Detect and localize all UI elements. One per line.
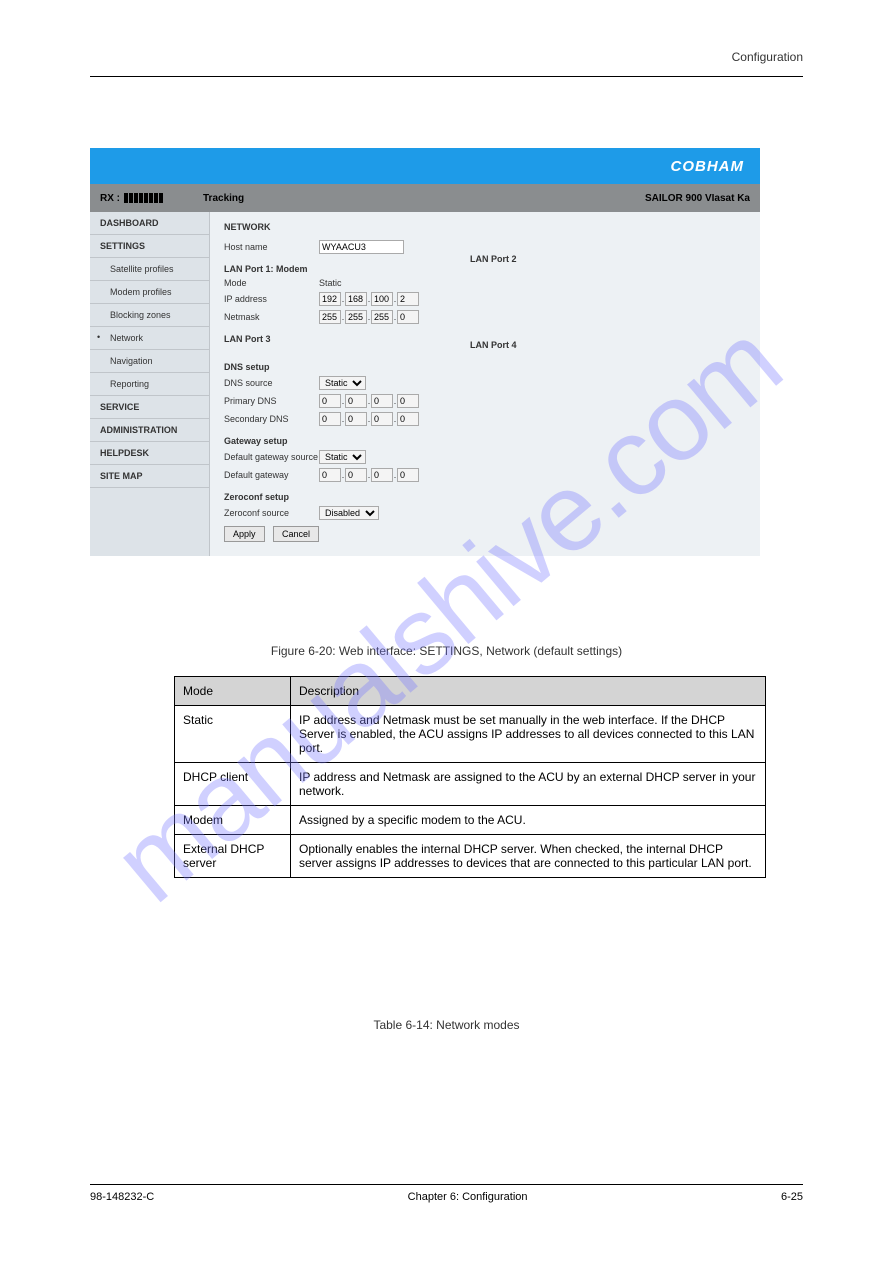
sdns-octet-1[interactable] [319, 412, 341, 426]
network-heading: NETWORK [224, 222, 746, 232]
nav-service[interactable]: SERVICE [90, 396, 209, 419]
nav-settings[interactable]: SETTINGS [90, 235, 209, 258]
modes-table: Mode Description Static IP address and N… [174, 676, 766, 878]
netmask-octet-3[interactable] [371, 310, 393, 324]
table-row: DHCP client IP address and Netmask are a… [175, 763, 766, 806]
sdns-octet-2[interactable] [345, 412, 367, 426]
page-footer: 98-148232-C Chapter 6: Configuration 6-2… [90, 1184, 803, 1203]
netmask-octet-2[interactable] [345, 310, 367, 324]
table-row: External DHCP server Optionally enables … [175, 835, 766, 878]
sdns-octet-3[interactable] [371, 412, 393, 426]
zeroconf-label: Zeroconf source [224, 508, 319, 518]
gw-source-select[interactable]: Static [319, 450, 366, 464]
footer-chapter: Chapter 6: Configuration [408, 1191, 528, 1203]
lan4-heading: LAN Port 4 [470, 340, 517, 350]
nav-reporting[interactable]: Reporting [90, 373, 209, 396]
apply-button[interactable]: Apply [224, 526, 265, 542]
sidebar: DASHBOARD SETTINGS Satellite profiles Mo… [90, 212, 210, 556]
table-header-mode: Mode [175, 677, 291, 706]
table-cell: External DHCP server [175, 835, 291, 878]
gw-octet-3[interactable] [371, 468, 393, 482]
ip-label: IP address [224, 294, 319, 304]
nav-sitemap[interactable]: SITE MAP [90, 465, 209, 488]
nav-blocking-zones[interactable]: Blocking zones [90, 304, 209, 327]
pdns-octet-2[interactable] [345, 394, 367, 408]
tracking-status: Tracking [203, 193, 244, 204]
gw-octet-4[interactable] [397, 468, 419, 482]
nav-navigation[interactable]: Navigation [90, 350, 209, 373]
ip-octet-3[interactable] [371, 292, 393, 306]
table-caption: Table 6-14: Network modes [90, 1018, 803, 1032]
lan1-heading: LAN Port 1: Modem [224, 264, 746, 274]
screenshot-body: DASHBOARD SETTINGS Satellite profiles Mo… [90, 212, 760, 556]
mode-value: Static [319, 278, 342, 288]
dns-source-label: DNS source [224, 378, 319, 388]
nav-administration[interactable]: ADMINISTRATION [90, 419, 209, 442]
ip-octet-1[interactable] [319, 292, 341, 306]
table-cell: Optionally enables the internal DHCP ser… [291, 835, 766, 878]
rx-signal-icon [124, 193, 163, 203]
nav-network[interactable]: Network [90, 327, 209, 350]
lan2-heading: LAN Port 2 [470, 254, 517, 264]
table-cell: Static [175, 706, 291, 763]
ip-octet-4[interactable] [397, 292, 419, 306]
status-bar: RX : Tracking SAILOR 900 VIasat Ka [90, 184, 760, 212]
pdns-octet-4[interactable] [397, 394, 419, 408]
pdns-octet-1[interactable] [319, 394, 341, 408]
screenshot-panel: COBHAM RX : Tracking SAILOR 900 VIasat K… [90, 148, 760, 556]
gw-source-label: Default gateway source [224, 452, 319, 462]
gw-octet-1[interactable] [319, 468, 341, 482]
nav-helpdesk[interactable]: HELPDESK [90, 442, 209, 465]
table-cell: IP address and Netmask must be set manua… [291, 706, 766, 763]
table-cell: Assigned by a specific modem to the ACU. [291, 806, 766, 835]
brand-logo: COBHAM [671, 158, 745, 175]
mode-label: Mode [224, 278, 319, 288]
sdns-octet-4[interactable] [397, 412, 419, 426]
nav-modem-profiles[interactable]: Modem profiles [90, 281, 209, 304]
secondary-dns-label: Secondary DNS [224, 414, 319, 424]
content-area: NETWORK Host name LAN Port 1: Modem LAN … [210, 212, 760, 556]
table-cell: Modem [175, 806, 291, 835]
footer-docno: 98-148232-C [90, 1191, 154, 1203]
gw-octet-2[interactable] [345, 468, 367, 482]
table-cell: IP address and Netmask are assigned to t… [291, 763, 766, 806]
zeroconf-setup-heading: Zeroconf setup [224, 492, 746, 502]
gw-label: Default gateway [224, 470, 319, 480]
zeroconf-select[interactable]: Disabled [319, 506, 379, 520]
netmask-octet-4[interactable] [397, 310, 419, 324]
ip-octet-2[interactable] [345, 292, 367, 306]
brand-bar: COBHAM [90, 148, 760, 184]
cancel-button[interactable]: Cancel [273, 526, 319, 542]
primary-dns-label: Primary DNS [224, 396, 319, 406]
page-header: Configuration [90, 50, 803, 77]
rx-label: RX : [100, 193, 120, 204]
hostname-label: Host name [224, 242, 319, 252]
header-section-title: Configuration [732, 50, 803, 64]
netmask-label: Netmask [224, 312, 319, 322]
table-header-desc: Description [291, 677, 766, 706]
pdns-octet-3[interactable] [371, 394, 393, 408]
dns-source-select[interactable]: Static [319, 376, 366, 390]
table-row: Modem Assigned by a specific modem to th… [175, 806, 766, 835]
hostname-input[interactable] [319, 240, 404, 254]
model-label: SAILOR 900 VIasat Ka [645, 193, 750, 204]
dns-setup-heading: DNS setup [224, 362, 746, 372]
netmask-octet-1[interactable] [319, 310, 341, 324]
footer-page: 6-25 [781, 1191, 803, 1203]
figure-caption: Figure 6-20: Web interface: SETTINGS, Ne… [90, 644, 803, 658]
table-cell: DHCP client [175, 763, 291, 806]
nav-satellite-profiles[interactable]: Satellite profiles [90, 258, 209, 281]
nav-dashboard[interactable]: DASHBOARD [90, 212, 209, 235]
gateway-setup-heading: Gateway setup [224, 436, 746, 446]
table-row: Static IP address and Netmask must be se… [175, 706, 766, 763]
